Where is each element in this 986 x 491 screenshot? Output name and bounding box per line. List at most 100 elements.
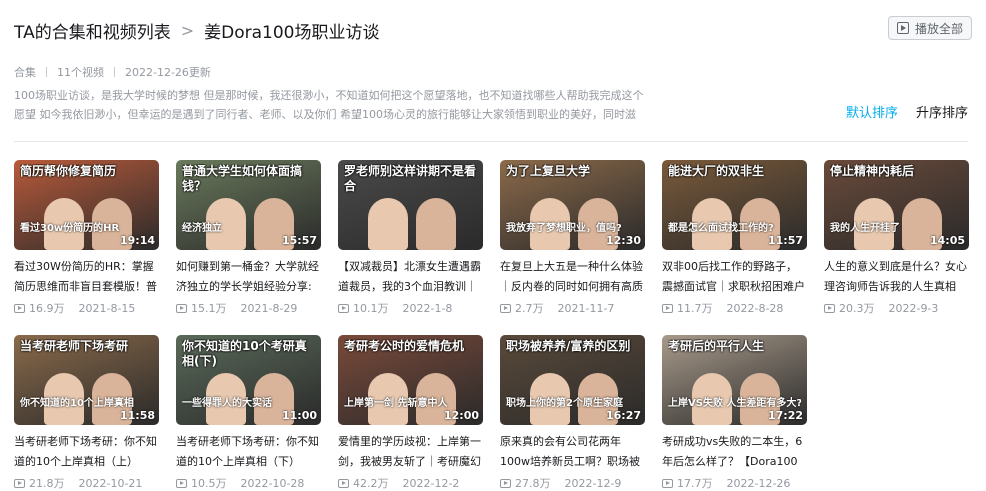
video-title[interactable]: 如何赚到第一桶金？大学就经济独立的学长学姐经验分享: <box>176 257 321 297</box>
publish-date: 2022-10-21 <box>78 476 143 490</box>
video-duration: 14:05 <box>929 234 965 247</box>
video-card[interactable]: 罗老师别这样讲期不是看合【双减裁员】北漂女生遭遇霸道裁员，我的3个血泪教训｜ 10… <box>338 160 483 335</box>
play-count: 27.8万 <box>515 477 551 490</box>
video-thumbnail[interactable]: 罗老师别这样讲期不是看合 <box>338 160 483 250</box>
video-card[interactable]: 当考研老师下场考研 你不知道的10个上岸真相 11:58 当考研老师下场考研：你不知道… <box>14 335 159 491</box>
thumbnail-subcaption: 一些得罪人的大实话 <box>182 398 272 409</box>
video-thumbnail[interactable]: 普通大学生如何体面搞钱？ 经济独立 15:57 <box>176 160 321 250</box>
video-count: 11个视频 <box>57 66 104 79</box>
publish-date: 2021-11-7 <box>557 301 615 315</box>
video-title[interactable]: 当考研老师下场考研：你不知道的10个上岸真相（下） <box>176 432 321 472</box>
video-duration: 17:22 <box>767 409 803 422</box>
video-title[interactable]: 当考研老师下场考研：你不知道的10个上岸真相（上） <box>14 432 159 472</box>
thumbnail-caption: 为了上复旦大学 <box>506 164 591 178</box>
video-thumbnail[interactable]: 为了上复旦大学我放弃了梦想职业，值吗? 12:30 <box>500 160 645 250</box>
page-title: 姜Dora100场职业访谈 <box>204 22 380 43</box>
video-thumbnail[interactable]: 简历帮你修复简历 看过30w份简历的HR 19:14 <box>14 160 159 250</box>
publish-date: 2022-12-9 <box>564 476 622 490</box>
play-count-icon <box>824 303 835 313</box>
breadcrumb-root[interactable]: TA的合集和视频列表 <box>14 18 171 43</box>
divider-line <box>14 141 968 142</box>
video-thumbnail[interactable]: 职场被养养/富养的区别 职场上你的第2个原生家庭 16:27 <box>500 335 645 425</box>
video-card[interactable]: 能进大厂的双非生 都是怎么面试找工作的? 11:57 双非00后找工作的野路子，震撼面… <box>662 160 807 335</box>
publish-date: 2021-8-29 <box>240 301 298 315</box>
video-title[interactable]: 人生的意义到底是什么？女心理咨询师告诉我的人生真相 <box>824 257 969 297</box>
thumbnail-subcaption: 看过30w份简历的HR <box>20 223 120 234</box>
video-thumbnail[interactable]: 停止精神内耗后 我的人生开挂了 14:05 <box>824 160 969 250</box>
play-count: 20.3万 <box>839 302 875 315</box>
video-card[interactable]: 你不知道的10个考研真相(下) 一些得罪人的大实话 11:00 当考研老师下场考研：你… <box>176 335 321 491</box>
thumbnail-caption: 罗老师别这样讲期不是看合 <box>344 164 477 193</box>
updated-date: 2022-12-26更新 <box>125 66 211 79</box>
thumbnail-caption: 考研后的平行人生 <box>668 339 765 353</box>
divider <box>46 67 47 77</box>
thumbnail-caption: 当考研老师下场考研 <box>20 339 129 353</box>
play-icon <box>896 22 909 34</box>
video-thumbnail[interactable]: 考研考公时的爱情危机 上岸第一剑 先斩意中人 12:00 <box>338 335 483 425</box>
thumbnail-subcaption: 我的人生开挂了 <box>830 223 900 234</box>
collection-meta: 合集 11个视频 2022-12-26更新 <box>14 64 211 80</box>
video-duration: 11:00 <box>281 409 317 422</box>
video-stats: 10.5万 2022-10-28 <box>176 475 321 491</box>
thumbnail-subcaption: 我放弃了梦想职业，值吗? <box>506 223 622 234</box>
play-count: 21.8万 <box>29 477 65 490</box>
video-title[interactable]: 爱情里的学历歧视：上岸第一剑，我被男友斩了｜考研魔幻 <box>338 432 483 472</box>
thumbnail-person <box>368 198 408 250</box>
thumbnail-caption: 考研考公时的爱情危机 <box>344 339 465 353</box>
play-count: 11.7万 <box>677 302 713 315</box>
play-count-icon <box>338 478 349 488</box>
video-title[interactable]: 【双减裁员】北漂女生遭遇霸道裁员，我的3个血泪教训｜ <box>338 257 483 297</box>
play-count-icon <box>176 303 187 313</box>
play-count-icon <box>500 303 511 313</box>
video-title[interactable]: 考研成功vs失败的二本生，6年后怎么样了？【Dora100场 <box>662 432 807 472</box>
thumbnail-subcaption: 职场上你的第2个原生家庭 <box>506 398 623 409</box>
video-stats: 2.7万 2021-11-7 <box>500 300 645 316</box>
video-duration: 11:57 <box>767 234 803 247</box>
play-count: 2.7万 <box>515 302 544 315</box>
video-title[interactable]: 看过30W份简历的HR：掌握简历思维而非盲目套模版！普 <box>14 257 159 297</box>
publish-date: 2022-10-28 <box>240 476 305 490</box>
thumbnail-subcaption: 上岸VS失败 人生差距有多大? <box>668 398 801 409</box>
play-count-icon <box>176 478 187 488</box>
thumbnail-person <box>416 198 456 250</box>
video-title[interactable]: 双非00后找工作的野路子，震撼面试官｜求职秋招困难户出 <box>662 257 807 297</box>
video-thumbnail[interactable]: 能进大厂的双非生 都是怎么面试找工作的? 11:57 <box>662 160 807 250</box>
thumbnail-caption: 职场被养养/富养的区别 <box>506 339 631 353</box>
thumbnail-subcaption: 经济独立 <box>182 223 222 234</box>
play-count-icon <box>500 478 511 488</box>
video-duration: 12:00 <box>443 409 479 422</box>
play-count-icon <box>662 303 673 313</box>
sort-tabs: 默认排序 升序排序 <box>828 102 968 121</box>
thumbnail-caption: 停止精神内耗后 <box>830 164 915 178</box>
video-title[interactable]: 在复旦上大五是一种什么体验｜反内卷的同时如何拥有高质 <box>500 257 645 297</box>
play-count: 17.7万 <box>677 477 713 490</box>
play-all-button[interactable]: 播放全部 <box>887 16 972 40</box>
sort-default-tab[interactable]: 默认排序 <box>846 102 898 121</box>
video-card[interactable]: 为了上复旦大学我放弃了梦想职业，值吗? 12:30 在复旦上大五是一种什么体验｜反内… <box>500 160 645 335</box>
video-card[interactable]: 考研考公时的爱情危机 上岸第一剑 先斩意中人 12:00 爱情里的学历歧视：上岸第一剑… <box>338 335 483 491</box>
video-stats: 15.1万 2021-8-29 <box>176 300 321 316</box>
divider <box>114 67 115 77</box>
video-thumbnail[interactable]: 你不知道的10个考研真相(下) 一些得罪人的大实话 11:00 <box>176 335 321 425</box>
video-stats: 10.1万 2022-1-8 <box>338 300 483 316</box>
publish-date: 2022-12-26 <box>726 476 791 490</box>
thumbnail-caption: 你不知道的10个考研真相(下) <box>182 339 307 368</box>
thumbnail-subcaption: 你不知道的10个上岸真相 <box>20 398 134 409</box>
sort-asc-tab[interactable]: 升序排序 <box>916 102 968 121</box>
video-card[interactable]: 考研后的平行人生上岸VS失败 人生差距有多大? 17:22 考研成功vs失败的二本生… <box>662 335 807 491</box>
play-count-icon <box>662 478 673 488</box>
video-card[interactable]: 普通大学生如何体面搞钱？ 经济独立 15:57 如何赚到第一桶金？大学就经济独立的学长… <box>176 160 321 335</box>
video-title[interactable]: 原来真的会有公司花两年100w培养新员工啊？职场被 <box>500 432 645 472</box>
video-card[interactable]: 停止精神内耗后 我的人生开挂了 14:05 人生的意义到底是什么？女心理咨询师告诉我的… <box>824 160 969 335</box>
video-thumbnail[interactable]: 当考研老师下场考研 你不知道的10个上岸真相 11:58 <box>14 335 159 425</box>
video-card[interactable]: 简历帮你修复简历 看过30w份简历的HR 19:14 看过30W份简历的HR：掌握简历… <box>14 160 159 335</box>
video-card[interactable]: 职场被养养/富养的区别 职场上你的第2个原生家庭 16:27 原来真的会有公司花两年1… <box>500 335 645 491</box>
video-duration: 11:58 <box>119 409 155 422</box>
thumbnail-caption: 普通大学生如何体面搞钱？ <box>182 164 303 193</box>
thumbnail-caption: 简历帮你修复简历 <box>20 164 117 178</box>
play-count: 16.9万 <box>29 302 65 315</box>
video-thumbnail[interactable]: 考研后的平行人生上岸VS失败 人生差距有多大? 17:22 <box>662 335 807 425</box>
video-duration: 12:30 <box>605 234 641 247</box>
video-stats: 16.9万 2021-8-15 <box>14 300 159 316</box>
thumbnail-caption: 能进大厂的双非生 <box>668 164 765 178</box>
